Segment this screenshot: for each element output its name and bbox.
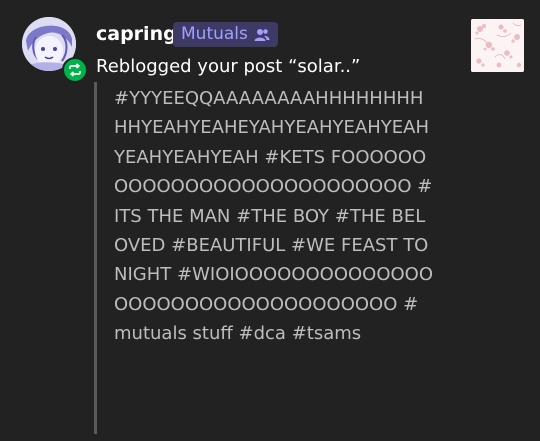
post-thumbnail[interactable] [471, 19, 524, 72]
reblog-icon [69, 63, 81, 77]
tag[interactable]: #tsams [292, 323, 361, 344]
tags-quote-bar [94, 82, 97, 434]
reblog-badge [62, 57, 88, 83]
mutuals-badge-label: Mutuals [181, 24, 248, 44]
floral-pattern-icon [471, 19, 524, 72]
tag[interactable]: #BEAUTIFUL [171, 235, 285, 256]
action-text: Reblogged your post [96, 56, 283, 77]
people-icon [254, 28, 270, 41]
post-title-link[interactable]: “solar..” [288, 56, 360, 77]
activity-item[interactable]: capring Mutuals Reblogged your post “sol… [0, 0, 540, 441]
tag[interactable]: #THE BOY [236, 206, 329, 227]
username-link[interactable]: capring [96, 22, 177, 46]
notification-text: Reblogged your post “solar..” [96, 55, 360, 79]
mutuals-badge: Mutuals [173, 22, 278, 47]
post-tags: #YYYEEQQAAAAAAAAHHHHHHHHHHYEAHYEAHEYAHYE… [114, 84, 434, 349]
tag[interactable]: #KETS [264, 147, 325, 168]
tag[interactable]: #dca [239, 323, 286, 344]
